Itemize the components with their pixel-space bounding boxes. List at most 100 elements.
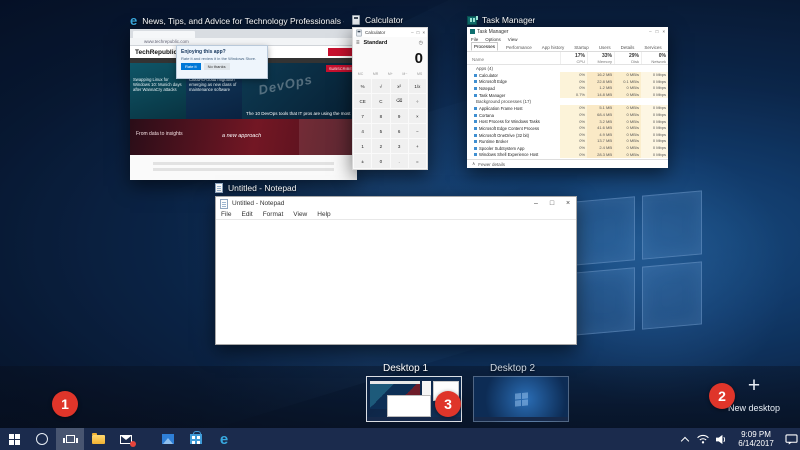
menu-item[interactable]: Help (312, 211, 335, 218)
memory-key[interactable]: M− (402, 72, 407, 76)
photos-button[interactable] (154, 428, 182, 450)
calc-key[interactable]: 0 (372, 154, 390, 168)
calc-key[interactable]: × (408, 109, 426, 123)
notepad-title-bar: Untitled - Notepad – □ × (216, 197, 576, 210)
store-button[interactable] (182, 428, 210, 450)
usage-column-header[interactable]: 0% Network (641, 52, 668, 64)
menu-item[interactable]: Format (258, 211, 289, 218)
fewer-details-bar[interactable]: ∧ Fewer details (467, 159, 668, 168)
edge-window-thumbnail[interactable]: www.techrepublic.com TechRepublic Swappi… (130, 29, 357, 180)
group-header-apps[interactable]: Apps (4) (467, 65, 668, 72)
calc-key[interactable]: 7 (354, 109, 372, 123)
edge-taskbar-button[interactable]: e (210, 428, 238, 450)
calc-key[interactable]: + (408, 139, 426, 153)
calc-key[interactable]: 9 (390, 109, 408, 123)
desktop-2-thumbnail[interactable] (473, 376, 569, 422)
hamburger-menu-icon[interactable]: ≡ (356, 40, 360, 46)
task-view-button[interactable] (56, 428, 84, 450)
process-row[interactable]: Spooler SubSystem App 0% 2.4 MB 0 MB/s 0… (467, 144, 668, 152)
cpu-value: 0% (560, 72, 587, 79)
mail-button[interactable] (112, 428, 140, 450)
volume-button[interactable] (712, 428, 730, 450)
calc-key[interactable]: 2 (372, 139, 390, 153)
memory-key[interactable]: MC (358, 72, 363, 76)
no-thanks-button[interactable]: No thanks (203, 63, 230, 71)
maximize-icon[interactable]: □ (656, 29, 659, 34)
process-row[interactable]: Microsoft Edge 0% 22.8 MB 0.1 MB/s 0 Mbp… (467, 78, 668, 86)
new-desktop-plus-icon[interactable]: + (744, 375, 764, 397)
tab[interactable]: Users (597, 44, 613, 51)
maximize-icon[interactable]: □ (544, 197, 560, 210)
calc-key[interactable]: ± (354, 154, 372, 168)
tab[interactable]: Processes (471, 42, 499, 51)
calc-key[interactable]: 3 (390, 139, 408, 153)
calc-key[interactable]: − (408, 124, 426, 138)
name-column-header[interactable]: Name (472, 57, 484, 62)
minimize-icon[interactable]: – (528, 197, 544, 210)
promo-text: a new approach (222, 133, 262, 139)
menu-item[interactable]: View (508, 37, 518, 42)
calc-key[interactable]: 5 (372, 124, 390, 138)
process-row[interactable]: Task Manager 0.7% 14.8 MB 0 MB/s 0 Mbps (467, 91, 668, 99)
notepad-text-area[interactable] (216, 220, 576, 344)
tab[interactable]: Details (619, 44, 637, 51)
tab[interactable]: App history (540, 44, 567, 51)
action-center-button[interactable] (782, 428, 800, 450)
close-icon[interactable]: × (422, 30, 425, 35)
calc-key[interactable]: √ (372, 79, 390, 93)
task-manager-window-thumbnail[interactable]: Task Manager – □ × File Options View Proce… (467, 27, 668, 168)
menu-item[interactable]: Edit (236, 211, 257, 218)
start-button[interactable] (0, 428, 28, 450)
cortana-button[interactable] (28, 428, 56, 450)
group-header-background[interactable]: Background processes (17) (467, 98, 668, 105)
maximize-icon[interactable]: □ (417, 30, 420, 35)
process-row[interactable]: Calculator 0% 16.2 MB 0 MB/s 0 Mbps (467, 72, 668, 79)
calc-key[interactable]: ÷ (408, 94, 426, 108)
tray-overflow-button[interactable] (676, 428, 694, 450)
calc-key[interactable]: ⌫ (390, 94, 408, 108)
calculator-window-thumbnail[interactable]: Calculator – □ × ≡ Standard ◷ 0 MC MR M+ M−… (352, 27, 428, 170)
network-button[interactable] (694, 428, 712, 450)
process-row[interactable]: Microsoft OneDrive (32 bit) 0% 4.9 MB 0 … (467, 131, 668, 139)
calc-key[interactable]: 1 (354, 139, 372, 153)
menu-item[interactable]: View (288, 211, 312, 218)
process-row[interactable]: Notepad 0% 1.2 MB 0 MB/s 0 Mbps (467, 85, 668, 92)
calc-key[interactable]: 6 (390, 124, 408, 138)
process-icon (474, 126, 477, 130)
process-row[interactable]: Windows Shell Experience Host 0% 28.3 MB… (467, 151, 668, 159)
minimize-icon[interactable]: – (411, 30, 414, 35)
menu-item[interactable]: File (216, 211, 236, 218)
process-row[interactable]: Cortana 0% 68.4 MB 0 MB/s 0 Mbps (467, 111, 668, 119)
close-icon[interactable]: × (560, 197, 576, 210)
usage-column-header[interactable]: 33% Memory (587, 52, 614, 64)
process-row[interactable]: Microsoft Edge Content Process 0% 41.6 M… (467, 125, 668, 132)
calc-key[interactable]: 1/x (408, 79, 426, 93)
calc-key[interactable]: C (372, 94, 390, 108)
minimize-icon[interactable]: – (649, 29, 652, 34)
memory-key[interactable]: MS (417, 72, 422, 76)
notepad-window-thumbnail[interactable]: Untitled - Notepad – □ × File Edit Format V… (215, 196, 577, 345)
tab[interactable]: Services (642, 44, 663, 51)
memory-value: 4.9 MB (587, 131, 614, 139)
calc-key[interactable]: = (408, 154, 426, 168)
process-row[interactable]: Application Frame Host 0% 5.1 MB 0 MB/s … (467, 105, 668, 112)
process-row[interactable]: Runtime Broker 0% 13.7 MB 0 MB/s 0 Mbps (467, 138, 668, 145)
usage-column-header[interactable]: 17% CPU (560, 52, 587, 64)
rate-it-button[interactable]: Rate it (181, 63, 201, 71)
usage-column-header[interactable]: 29% Disk (614, 52, 641, 64)
tab[interactable]: Startup (572, 44, 591, 51)
calc-key[interactable]: . (390, 154, 408, 168)
memory-key[interactable]: MR (373, 72, 378, 76)
calc-key[interactable]: % (354, 79, 372, 93)
calc-key[interactable]: 4 (354, 124, 372, 138)
memory-key[interactable]: M+ (388, 72, 393, 76)
calc-key[interactable]: 8 (372, 109, 390, 123)
calc-key[interactable]: CE (354, 94, 372, 108)
tab[interactable]: Performance (504, 44, 534, 51)
history-icon[interactable]: ◷ (419, 40, 423, 46)
taskbar-clock[interactable]: 9:09 PM 6/14/2017 (730, 430, 782, 449)
file-explorer-button[interactable] (84, 428, 112, 450)
close-icon[interactable]: × (662, 29, 665, 34)
calc-key[interactable]: x² (390, 79, 408, 93)
process-row[interactable]: Host Process for Windows Tasks 0% 3.2 MB… (467, 118, 668, 126)
